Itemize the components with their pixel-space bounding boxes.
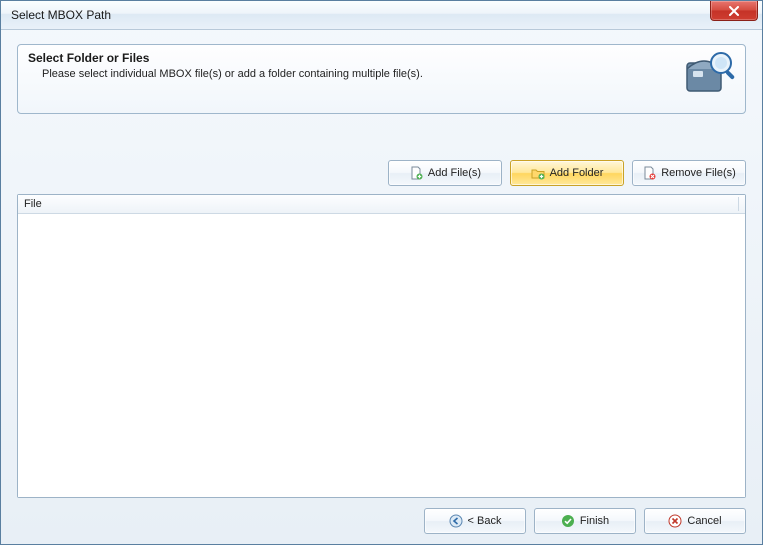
mailbox-search-icon <box>681 49 739 97</box>
back-button[interactable]: < Back <box>424 508 526 534</box>
file-column-label: File <box>24 198 42 210</box>
close-button[interactable] <box>710 1 758 21</box>
add-files-label: Add File(s) <box>428 167 481 179</box>
info-panel: Select Folder or Files Please select ind… <box>17 44 746 114</box>
remove-files-button[interactable]: Remove File(s) <box>632 160 746 186</box>
add-folder-label: Add Folder <box>550 167 604 179</box>
remove-files-label: Remove File(s) <box>661 167 736 179</box>
info-description: Please select individual MBOX file(s) or… <box>28 68 735 80</box>
dialog-window: Select MBOX Path Select Folder or Files … <box>0 0 763 545</box>
add-folder-button[interactable]: Add Folder <box>510 160 624 186</box>
file-add-icon <box>409 166 423 180</box>
file-list-header[interactable]: File <box>18 195 745 214</box>
cancel-icon <box>668 514 682 528</box>
finish-label: Finish <box>580 515 609 527</box>
toolbar: Add File(s) Add Folder <box>17 160 746 186</box>
client-area: Select Folder or Files Please select ind… <box>1 30 762 544</box>
finish-button[interactable]: Finish <box>534 508 636 534</box>
close-icon <box>727 4 741 18</box>
back-icon <box>449 514 463 528</box>
window-title: Select MBOX Path <box>11 8 111 22</box>
finish-icon <box>561 514 575 528</box>
file-remove-icon <box>642 166 656 180</box>
file-list-body[interactable] <box>18 214 745 497</box>
back-label: < Back <box>468 515 502 527</box>
footer-bar: < Back Finish Cancel <box>17 508 746 534</box>
cancel-button[interactable]: Cancel <box>644 508 746 534</box>
file-list: File <box>17 194 746 498</box>
folder-add-icon <box>531 166 545 180</box>
cancel-label: Cancel <box>687 515 721 527</box>
info-heading: Select Folder or Files <box>28 51 735 65</box>
title-bar: Select MBOX Path <box>1 1 762 30</box>
add-files-button[interactable]: Add File(s) <box>388 160 502 186</box>
